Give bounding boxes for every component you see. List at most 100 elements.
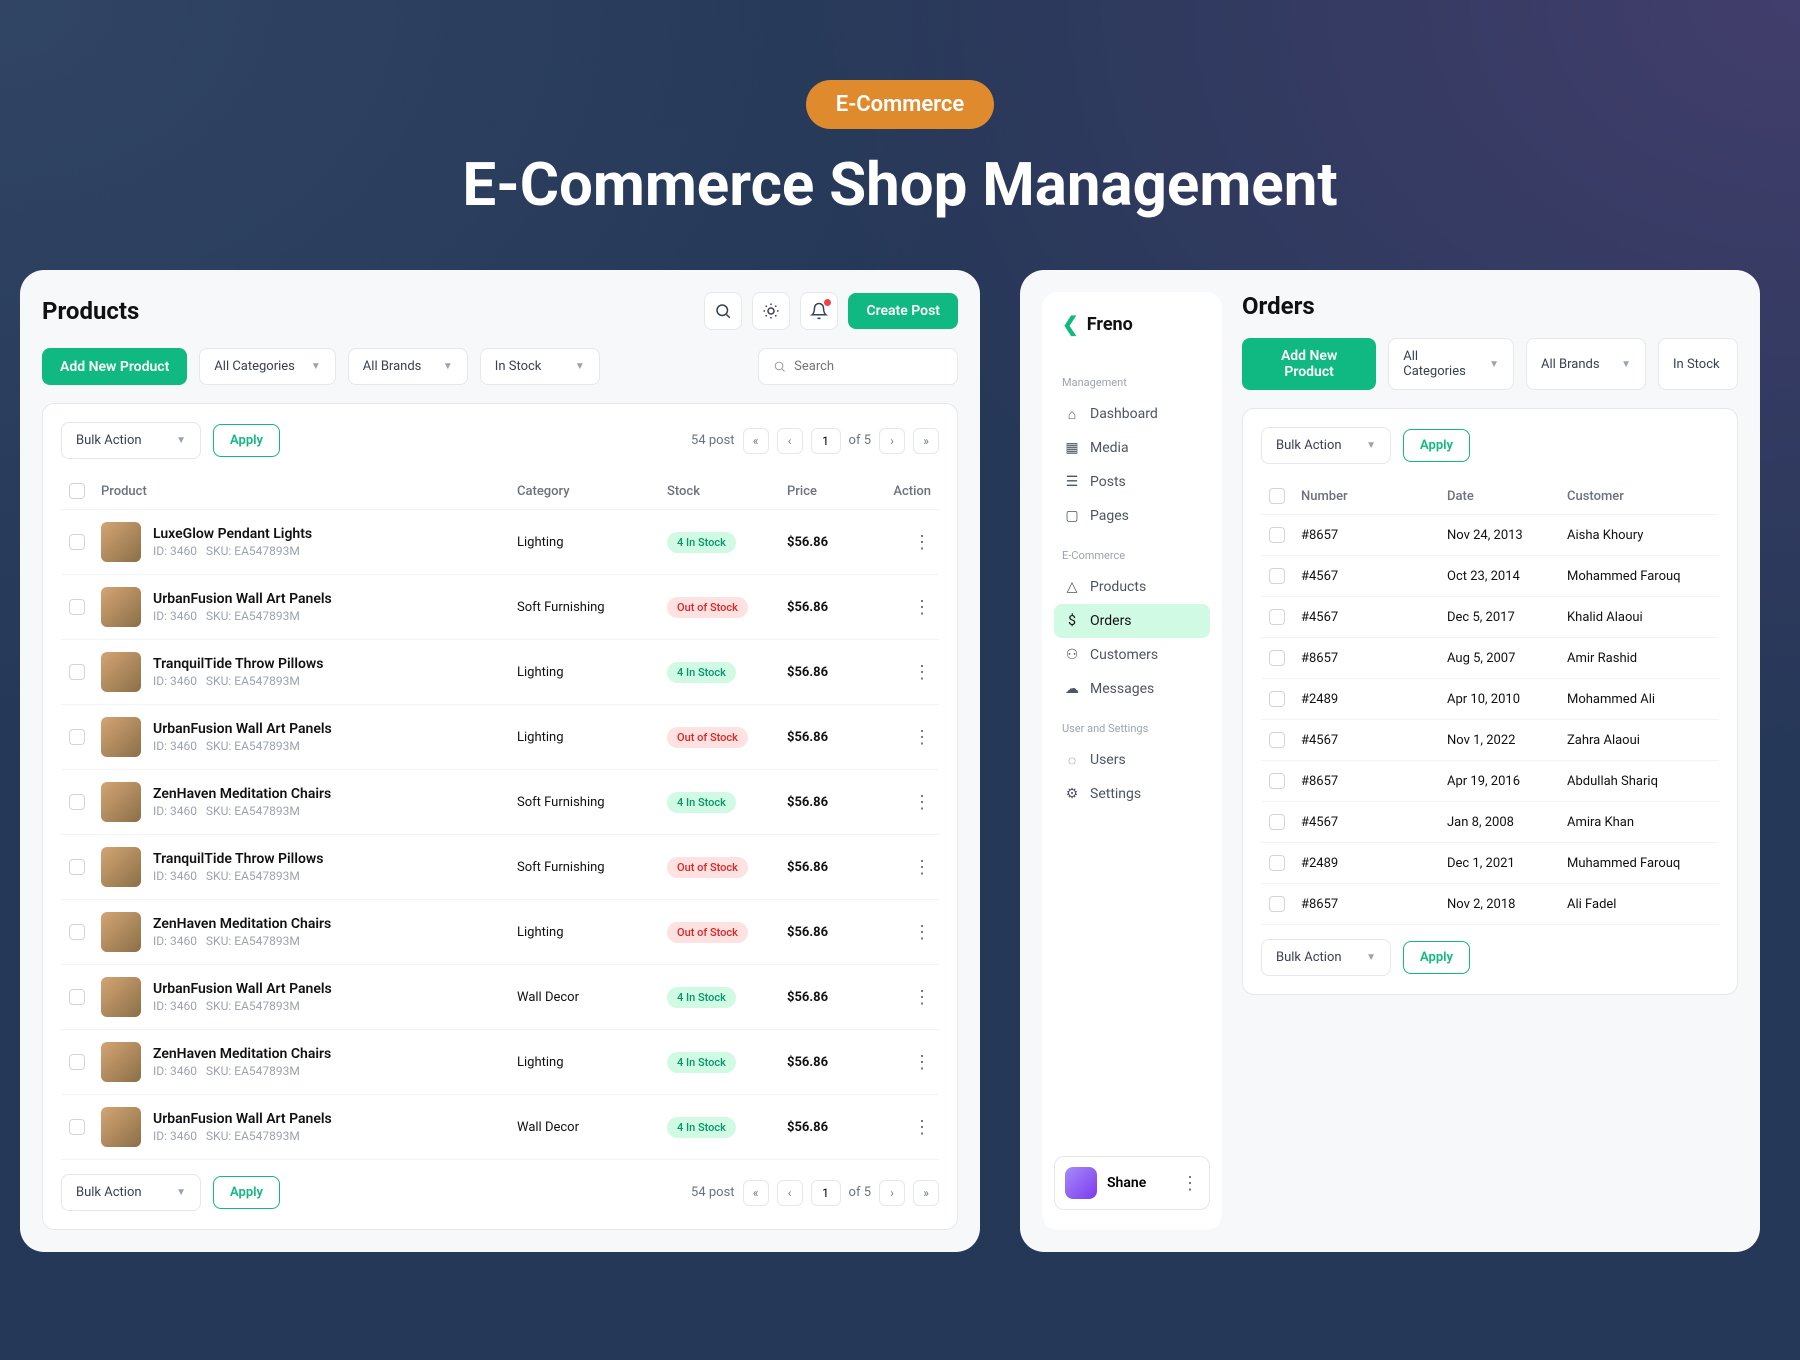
- order-date: Nov 24, 2013: [1439, 515, 1559, 556]
- orders-categories-filter[interactable]: All Categories▼: [1388, 338, 1514, 390]
- row-actions-icon[interactable]: ⋮: [913, 987, 931, 1008]
- row-checkbox[interactable]: [1269, 650, 1285, 666]
- nav-dashboard[interactable]: ⌂Dashboard: [1054, 397, 1210, 431]
- row-checkbox[interactable]: [1269, 691, 1285, 707]
- row-checkbox[interactable]: [69, 599, 85, 615]
- apply-button[interactable]: Apply: [213, 424, 280, 457]
- search-icon-button[interactable]: [704, 292, 742, 330]
- product-meta: ID: 3460 SKU: EA547893M: [153, 1129, 332, 1143]
- row-checkbox[interactable]: [69, 794, 85, 810]
- row-actions-icon[interactable]: ⋮: [913, 597, 931, 618]
- add-new-product-button-orders[interactable]: Add New Product: [1242, 338, 1376, 390]
- row-actions-icon[interactable]: ⋮: [913, 857, 931, 878]
- row-checkbox[interactable]: [69, 534, 85, 550]
- pager-prev-bottom[interactable]: ‹: [777, 1180, 803, 1206]
- nav-media[interactable]: ▦Media: [1054, 431, 1210, 465]
- user-card[interactable]: Shane ⋮: [1054, 1156, 1210, 1210]
- stock-filter[interactable]: In Stock▼: [480, 348, 600, 385]
- bulk-action-select-bottom[interactable]: Bulk Action▼: [61, 1174, 201, 1211]
- product-meta: ID: 3460 SKU: EA547893M: [153, 544, 312, 558]
- row-checkbox[interactable]: [69, 859, 85, 875]
- orders-title: Orders: [1242, 292, 1315, 320]
- order-date: Oct 23, 2014: [1439, 556, 1559, 597]
- orders-bulk-action-select[interactable]: Bulk Action▼: [1261, 427, 1391, 464]
- product-name: ZenHaven Meditation Chairs: [153, 786, 331, 802]
- row-actions-icon[interactable]: ⋮: [913, 792, 931, 813]
- row-checkbox[interactable]: [1269, 609, 1285, 625]
- avatar: [1065, 1167, 1097, 1199]
- chevron-down-icon: ▼: [443, 361, 453, 372]
- orders-apply-button[interactable]: Apply: [1403, 429, 1470, 462]
- theme-toggle-button[interactable]: [752, 292, 790, 330]
- row-checkbox[interactable]: [69, 924, 85, 940]
- row-checkbox[interactable]: [1269, 896, 1285, 912]
- search-input-wrapper[interactable]: [758, 348, 958, 385]
- product-name: UrbanFusion Wall Art Panels: [153, 1111, 332, 1127]
- brands-filter[interactable]: All Brands▼: [348, 348, 468, 385]
- pager-current[interactable]: [811, 428, 841, 454]
- pager-current-bottom[interactable]: [811, 1180, 841, 1206]
- apply-button-bottom[interactable]: Apply: [213, 1176, 280, 1209]
- nav-pages[interactable]: ▢Pages: [1054, 499, 1210, 533]
- search-input[interactable]: [794, 359, 943, 374]
- table-row: #8657 Nov 24, 2013 Aisha Khoury: [1261, 515, 1719, 556]
- create-post-button[interactable]: Create Post: [848, 293, 958, 329]
- row-actions-icon[interactable]: ⋮: [913, 1052, 931, 1073]
- row-checkbox[interactable]: [69, 729, 85, 745]
- product-name: TranquilTide Throw Pillows: [153, 656, 323, 672]
- product-price: $56.86: [779, 835, 879, 900]
- row-actions-icon[interactable]: ⋮: [913, 532, 931, 553]
- pager-first-bottom[interactable]: «: [743, 1180, 769, 1206]
- row-actions-icon[interactable]: ⋮: [913, 727, 931, 748]
- stock-badge: Out of Stock: [667, 857, 748, 878]
- notifications-button[interactable]: [800, 292, 838, 330]
- nav-orders[interactable]: $Orders: [1054, 604, 1210, 638]
- nav-posts[interactable]: ☰Posts: [1054, 465, 1210, 499]
- nav-settings[interactable]: ⚙Settings: [1054, 777, 1210, 811]
- orders-apply-button-bottom[interactable]: Apply: [1403, 941, 1470, 974]
- nav-users[interactable]: ◌Users: [1054, 743, 1210, 777]
- categories-filter[interactable]: All Categories▼: [199, 348, 336, 385]
- product-meta: ID: 3460 SKU: EA547893M: [153, 934, 331, 948]
- order-customer: Mohammed Ali: [1559, 679, 1719, 720]
- bulk-action-select[interactable]: Bulk Action▼: [61, 422, 201, 459]
- row-actions-icon[interactable]: ⋮: [913, 662, 931, 683]
- pager-last-bottom[interactable]: »: [913, 1180, 939, 1206]
- row-checkbox[interactable]: [69, 664, 85, 680]
- product-price: $56.86: [779, 575, 879, 640]
- add-new-product-button[interactable]: Add New Product: [42, 348, 187, 385]
- pager-prev[interactable]: ‹: [777, 428, 803, 454]
- row-actions-icon[interactable]: ⋮: [913, 1117, 931, 1138]
- nav-messages[interactable]: ☁Messages: [1054, 672, 1210, 706]
- stock-badge: Out of Stock: [667, 922, 748, 943]
- nav-customers[interactable]: ⚇Customers: [1054, 638, 1210, 672]
- orders-bulk-action-select-bottom[interactable]: Bulk Action▼: [1261, 939, 1391, 976]
- pager-next-bottom[interactable]: ›: [879, 1180, 905, 1206]
- orders-select-all[interactable]: [1269, 488, 1285, 504]
- order-customer: Muhammed Farouq: [1559, 843, 1719, 884]
- row-checkbox[interactable]: [1269, 527, 1285, 543]
- pager-last[interactable]: »: [913, 428, 939, 454]
- col-category: Category: [509, 473, 659, 510]
- user-menu-icon[interactable]: ⋮: [1181, 1173, 1199, 1194]
- product-thumbnail: [101, 912, 141, 952]
- row-checkbox[interactable]: [1269, 568, 1285, 584]
- pager-first[interactable]: «: [743, 428, 769, 454]
- row-checkbox[interactable]: [1269, 732, 1285, 748]
- orders-stock-filter[interactable]: In Stock: [1658, 338, 1738, 390]
- orders-brands-filter[interactable]: All Brands▼: [1526, 338, 1646, 390]
- row-checkbox[interactable]: [1269, 814, 1285, 830]
- row-checkbox[interactable]: [69, 1054, 85, 1070]
- row-actions-icon[interactable]: ⋮: [913, 922, 931, 943]
- table-row: #4567 Jan 8, 2008 Amira Khan: [1261, 802, 1719, 843]
- row-checkbox[interactable]: [69, 1119, 85, 1135]
- row-checkbox[interactable]: [1269, 773, 1285, 789]
- orders-table: Number Date Customer #8657 Nov 24, 2013 …: [1261, 478, 1719, 925]
- nav-products[interactable]: △Products: [1054, 570, 1210, 604]
- page-icon: ▢: [1064, 508, 1080, 524]
- select-all-checkbox[interactable]: [69, 483, 85, 499]
- row-checkbox[interactable]: [1269, 855, 1285, 871]
- row-checkbox[interactable]: [69, 989, 85, 1005]
- pager-next[interactable]: ›: [879, 428, 905, 454]
- product-name: UrbanFusion Wall Art Panels: [153, 981, 332, 997]
